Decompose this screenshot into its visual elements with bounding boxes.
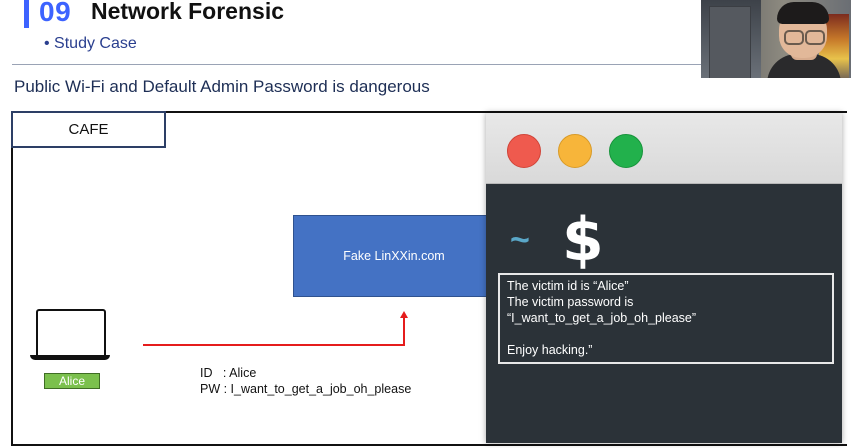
cafe-label: CAFE: [68, 121, 109, 138]
terminal-window: ~ $ The victim id is “Alice” The victim …: [486, 113, 842, 443]
arrow-line-horizontal: [143, 344, 405, 346]
fake-site-box: Fake LinXXin.com: [293, 215, 495, 297]
laptop-base: [30, 355, 110, 360]
laptop-icon: [36, 309, 106, 358]
terminal-output: The victim id is “Alice” The victim pass…: [498, 273, 834, 364]
user-label-alice: Alice: [44, 373, 100, 389]
output-line: The victim id is “Alice”: [507, 279, 629, 293]
credential-password: PW : I_want_to_get_a_job_oh_please: [200, 382, 412, 396]
output-line: “I_want_to_get_a_job_oh_please”: [507, 311, 697, 325]
subtitle: • Study Case: [44, 35, 137, 52]
close-button[interactable]: [507, 134, 541, 168]
slide-heading: Public Wi-Fi and Default Admin Password …: [14, 77, 430, 96]
cafe-label-box: CAFE: [11, 111, 166, 148]
section-number: 09: [39, 0, 72, 27]
fake-site-label: Fake LinXXin.com: [343, 249, 445, 263]
arrow-line-vertical: [403, 318, 405, 346]
header-divider: [12, 64, 702, 65]
webcam-feed: [701, 0, 851, 78]
prompt-dollar-icon: $: [562, 205, 604, 275]
output-line: The victim password is: [507, 295, 634, 309]
output-line: Enjoy hacking.”: [507, 343, 593, 357]
tilde-icon: ~: [510, 221, 530, 259]
output-line: ​: [507, 326, 825, 342]
section-title: Network Forensic: [91, 0, 284, 24]
credential-id: ID : Alice: [200, 366, 257, 380]
section-accent-bar: [24, 0, 29, 28]
minimize-button[interactable]: [558, 134, 592, 168]
terminal-titlebar: [486, 113, 842, 184]
maximize-button[interactable]: [609, 134, 643, 168]
arrow-head-icon: [400, 311, 408, 318]
